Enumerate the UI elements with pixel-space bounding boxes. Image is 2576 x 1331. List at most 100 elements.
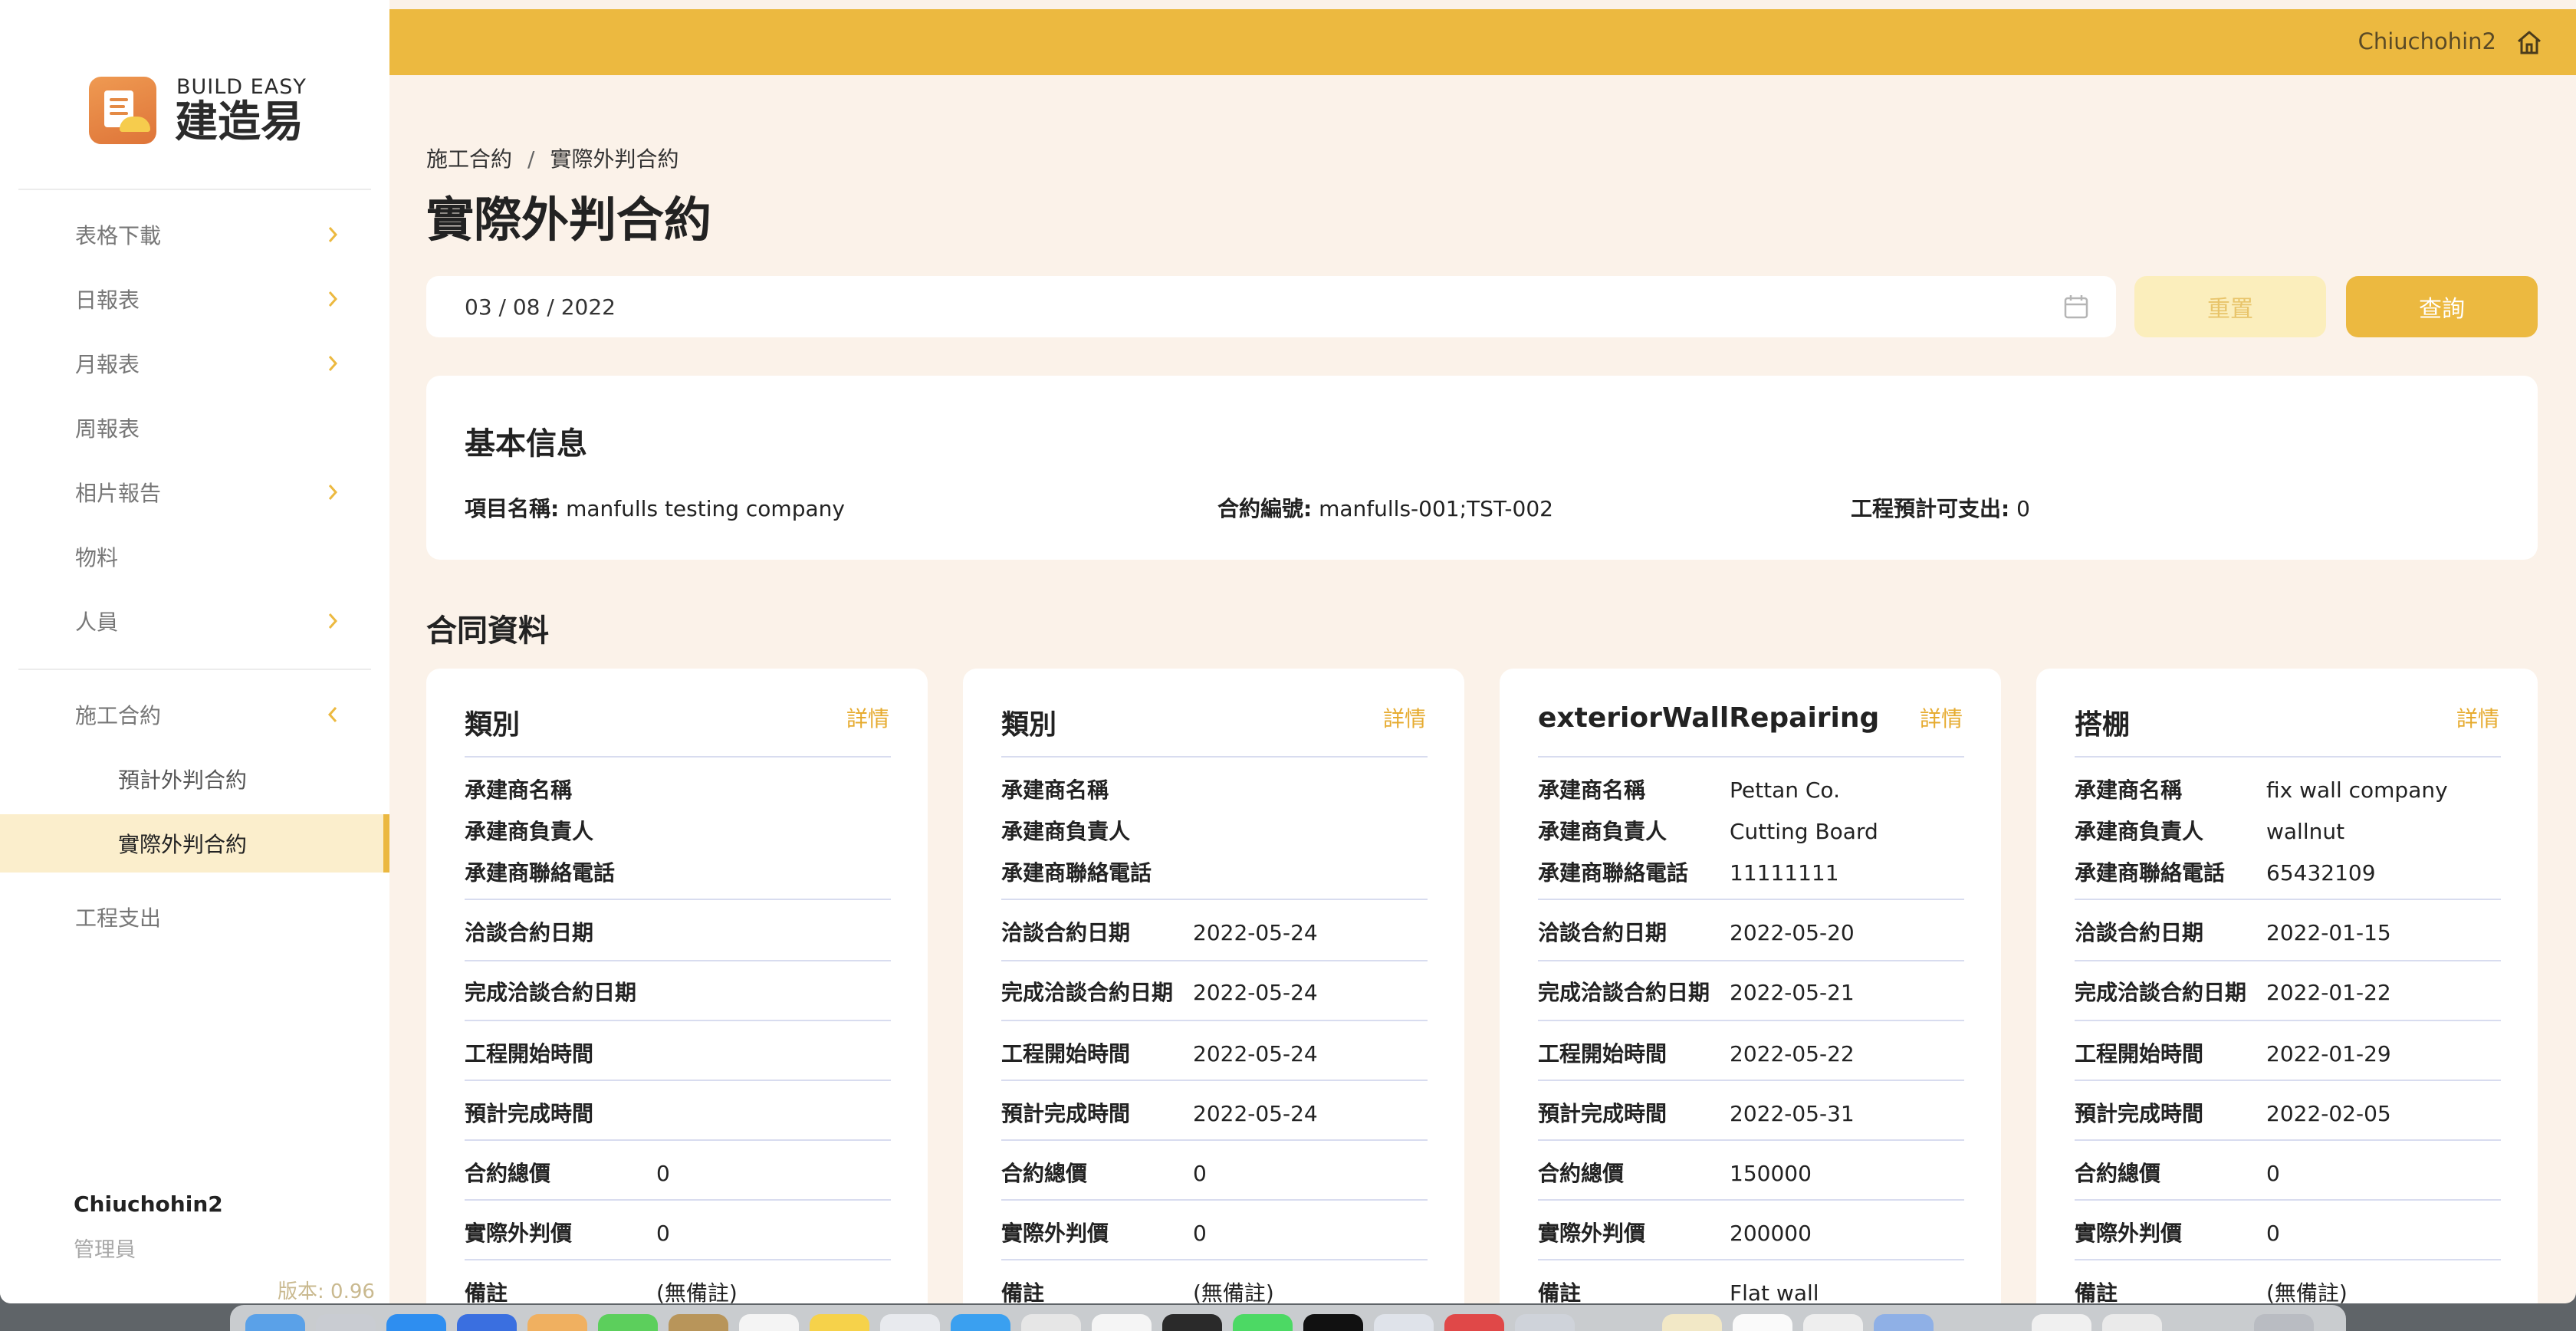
photos-icon[interactable] — [527, 1314, 587, 1331]
card-divider — [1538, 1139, 1964, 1141]
breadcrumb: 施工合約 / 實際外判合約 — [426, 143, 678, 173]
row-label: 承建商名稱 — [1001, 777, 1109, 803]
sidebar-item-personnel[interactable]: 人員 — [0, 592, 389, 650]
document-icon[interactable] — [2032, 1314, 2091, 1331]
row-value: wallnut — [2266, 819, 2345, 844]
sidebar-item-weekly-report[interactable]: 周報表 — [0, 399, 389, 457]
trash-icon[interactable] — [2254, 1314, 2314, 1331]
budget-field: 工程預計可支出: 0 — [1851, 492, 2030, 523]
dock — [230, 1305, 2346, 1331]
contract-detail-link[interactable]: 詳情 — [846, 702, 889, 733]
top-user-name[interactable]: Chiuchohin2 — [2358, 28, 2496, 54]
contract-detail-link[interactable]: 詳情 — [1383, 702, 1426, 733]
row-label: 合約總價 — [1001, 1161, 1088, 1186]
row-value: 200000 — [1730, 1221, 1812, 1246]
card-divider — [465, 756, 891, 758]
row-label: 完成洽談合約日期 — [2075, 980, 2247, 1005]
sidebar-item-materials[interactable]: 物料 — [0, 527, 389, 586]
row-label: 工程開始時間 — [2075, 1041, 2204, 1066]
row-label: 完成洽談合約日期 — [465, 980, 637, 1005]
preview-icon[interactable] — [1092, 1314, 1152, 1331]
row-label: 承建商負責人 — [1001, 819, 1131, 844]
row-label: 承建商負責人 — [2075, 819, 2204, 844]
card-divider — [465, 960, 891, 961]
chevron-right-icon — [328, 485, 338, 500]
terminal-icon[interactable] — [1162, 1314, 1222, 1331]
sidebar-item-label: 日報表 — [75, 288, 140, 313]
card-divider — [465, 1020, 891, 1021]
row-label: 承建商聯絡電話 — [465, 860, 616, 886]
app-icon[interactable] — [1803, 1314, 1863, 1331]
row-value: (無備註) — [1193, 1280, 1274, 1303]
home-icon[interactable] — [2515, 28, 2544, 57]
contract-number-field: 合約編號: manfulls-001;TST-002 — [1217, 492, 1553, 523]
maps-icon[interactable] — [1021, 1314, 1081, 1331]
row-label: 合約總價 — [2075, 1161, 2161, 1186]
sidebar-item-photo-report[interactable]: 相片報告 — [0, 463, 389, 521]
card-divider — [1538, 960, 1964, 961]
contacts-icon[interactable] — [669, 1314, 728, 1331]
top-bar: Chiuchohin2 — [389, 9, 2576, 75]
contract-detail-link[interactable]: 詳情 — [1920, 702, 1963, 733]
row-value: 2022-01-29 — [2266, 1041, 2391, 1066]
app-store-icon[interactable] — [457, 1314, 517, 1331]
messages-icon[interactable] — [598, 1314, 658, 1331]
sidebar-item-form-download[interactable]: 表格下載 — [0, 205, 389, 264]
safari-icon[interactable] — [386, 1314, 446, 1331]
breadcrumb-parent[interactable]: 施工合約 — [426, 143, 512, 173]
calendar-app-icon[interactable] — [739, 1314, 799, 1331]
user-role: 管理員 — [74, 1238, 136, 1262]
contract-detail-link[interactable]: 詳情 — [2456, 702, 2499, 733]
sidebar: BUILD EASY 建造易 表格下載 日報表 月報表 周報表 相片報告 物料 … — [0, 0, 389, 1303]
app-logo-icon[interactable] — [89, 77, 156, 144]
app-icon[interactable] — [1374, 1314, 1434, 1331]
sidebar-item-project-expenses[interactable]: 工程支出 — [0, 888, 389, 946]
row-label: 洽談合約日期 — [465, 920, 594, 945]
music-icon[interactable] — [1444, 1314, 1504, 1331]
sidebar-item-daily-report[interactable]: 日報表 — [0, 270, 389, 328]
row-label: 實際外判價 — [465, 1221, 573, 1246]
finder-icon[interactable] — [245, 1314, 305, 1331]
mail-icon[interactable] — [951, 1314, 1010, 1331]
reminders-icon[interactable] — [880, 1314, 940, 1331]
card-divider — [2075, 899, 2501, 900]
launchpad-icon[interactable] — [316, 1314, 376, 1331]
query-button[interactable]: 查詢 — [2346, 276, 2538, 337]
sidebar-item-monthly-report[interactable]: 月報表 — [0, 334, 389, 393]
row-label: 完成洽談合約日期 — [1538, 980, 1710, 1005]
card-divider — [1001, 1259, 1428, 1260]
document-icon[interactable] — [2102, 1314, 2162, 1331]
facetime-icon[interactable] — [1233, 1314, 1293, 1331]
date-input[interactable]: 03 / 08 / 2022 — [426, 276, 2116, 337]
code-editor-icon[interactable] — [1303, 1314, 1363, 1331]
card-divider — [1001, 1199, 1428, 1201]
app-icon[interactable] — [1874, 1314, 1934, 1331]
calendar-icon[interactable] — [2061, 291, 2091, 322]
card-divider — [1538, 1080, 1964, 1081]
sidebar-item-label: 月報表 — [75, 352, 140, 377]
row-value: 2022-01-22 — [2266, 980, 2391, 1005]
date-value: 03 / 08 / 2022 — [465, 294, 616, 320]
row-value: 11111111 — [1730, 860, 1839, 886]
reset-button[interactable]: 重置 — [2134, 276, 2326, 337]
app-icon[interactable] — [1662, 1314, 1722, 1331]
sidebar-divider — [18, 189, 371, 190]
card-divider — [2075, 1080, 2501, 1081]
row-value: Pettan Co. — [1730, 777, 1840, 803]
row-value: 0 — [1193, 1221, 1207, 1246]
contract-category: 類別 — [1001, 709, 1057, 741]
notes-icon[interactable] — [810, 1314, 869, 1331]
sidebar-item-expected-subcontract[interactable]: 預計外判合約 — [0, 750, 389, 808]
sidebar-item-label: 人員 — [75, 610, 119, 635]
card-divider — [2075, 1259, 2501, 1260]
row-value: 2022-01-15 — [2266, 920, 2391, 945]
sidebar-item-label: 預計外判合約 — [118, 767, 248, 793]
app-icon[interactable] — [1733, 1314, 1792, 1331]
sidebar-item-construction-contract[interactable]: 施工合約 — [0, 685, 389, 744]
chevron-right-icon — [328, 227, 338, 242]
sidebar-item-actual-subcontract[interactable]: 實際外判合約 — [0, 814, 389, 873]
card-divider — [1538, 1259, 1964, 1260]
row-value: fix wall company — [2266, 777, 2448, 803]
breadcrumb-current: 實際外判合約 — [550, 146, 679, 172]
app-icon[interactable] — [1515, 1314, 1575, 1331]
